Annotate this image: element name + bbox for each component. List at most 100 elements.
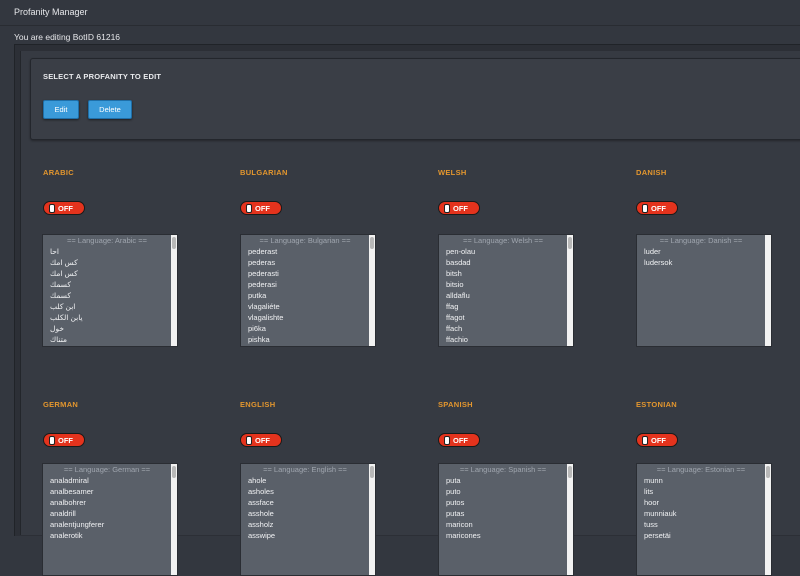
list-scrollbar[interactable]	[369, 464, 375, 575]
list-scrollbar[interactable]	[369, 235, 375, 346]
list-header[interactable]: == Language: German ==	[43, 464, 171, 475]
word-list-english[interactable]: == Language: English == ahole asholes assfa…	[240, 463, 376, 576]
list-item[interactable]: basdad	[439, 257, 567, 268]
list-item[interactable]: ffachio	[439, 334, 567, 345]
select-profanity-title: SELECT A PROFANITY TO EDIT	[43, 72, 162, 81]
scrollbar-thumb[interactable]	[172, 237, 176, 249]
list-scrollbar[interactable]	[567, 464, 573, 575]
list-item[interactable]: pederas	[241, 257, 369, 268]
list-item[interactable]: يابن الكلب	[43, 312, 171, 323]
toggle-danish[interactable]: OFF	[636, 201, 678, 215]
list-item[interactable]: persetäi	[637, 530, 765, 541]
list-item[interactable]: احا	[43, 246, 171, 257]
list-item[interactable]: خول	[43, 323, 171, 334]
list-item[interactable]: analerotik	[43, 530, 171, 541]
edit-button[interactable]: Edit	[43, 100, 79, 119]
scrollbar-thumb[interactable]	[172, 466, 176, 478]
word-list-danish[interactable]: == Language: Danish == luder ludersok	[636, 234, 772, 347]
toggle-knob-icon	[444, 435, 450, 445]
list-item[interactable]: كسمك	[43, 290, 171, 301]
list-scrollbar[interactable]	[765, 235, 771, 346]
list-item[interactable]: putas	[439, 508, 567, 519]
toggle-arabic[interactable]: OFF	[43, 201, 85, 215]
list-item[interactable]: putos	[439, 497, 567, 508]
list-item[interactable]: lits	[637, 486, 765, 497]
list-item[interactable]: analadmiral	[43, 475, 171, 486]
list-item[interactable]: كسمك	[43, 279, 171, 290]
list-item[interactable]: ahole	[241, 475, 369, 486]
list-item[interactable]: pi6ka	[241, 323, 369, 334]
list-header[interactable]: == Language: Welsh ==	[439, 235, 567, 246]
word-list-welsh[interactable]: == Language: Welsh == pen-olau basdad bitsh…	[438, 234, 574, 347]
list-item[interactable]: pishka	[241, 334, 369, 345]
word-list-german[interactable]: == Language: German == analadmiral analbes…	[42, 463, 178, 576]
list-header[interactable]: == Language: Spanish ==	[439, 464, 567, 475]
list-item[interactable]: pederasti	[241, 268, 369, 279]
list-item[interactable]: asswipe	[241, 530, 369, 541]
list-scrollbar[interactable]	[171, 235, 177, 346]
list-item[interactable]: tuss	[637, 519, 765, 530]
list-item[interactable]: munn	[637, 475, 765, 486]
list-item[interactable]: كس امك	[43, 268, 171, 279]
toggle-knob-icon	[49, 203, 55, 213]
toggle-bulgarian[interactable]: OFF	[240, 201, 282, 215]
list-header[interactable]: == Language: Arabic ==	[43, 235, 171, 246]
list-item[interactable]: pederast	[241, 246, 369, 257]
word-list-arabic[interactable]: == Language: Arabic == احا كس امك كس امك كسم…	[42, 234, 178, 347]
list-item[interactable]: puta	[439, 475, 567, 486]
list-item[interactable]: munniauk	[637, 508, 765, 519]
list-item[interactable]: متناك	[43, 334, 171, 345]
toggle-spanish[interactable]: OFF	[438, 433, 480, 447]
list-item[interactable]: assface	[241, 497, 369, 508]
list-item[interactable]: ابن كلب	[43, 301, 171, 312]
list-item[interactable]: luder	[637, 246, 765, 257]
toggle-german[interactable]: OFF	[43, 433, 85, 447]
list-item[interactable]: hoor	[637, 497, 765, 508]
scrollbar-thumb[interactable]	[766, 466, 770, 478]
delete-button[interactable]: Delete	[88, 100, 132, 119]
list-item[interactable]: analentjungferer	[43, 519, 171, 530]
list-header[interactable]: == Language: Danish ==	[637, 235, 765, 246]
list-item[interactable]: ffach	[439, 323, 567, 334]
scrollbar-thumb[interactable]	[370, 466, 374, 478]
word-list-bulgarian[interactable]: == Language: Bulgarian == pederast pederas…	[240, 234, 376, 347]
list-item[interactable]: maricon	[439, 519, 567, 530]
list-item[interactable]: assholz	[241, 519, 369, 530]
list-item[interactable]: vlagaliéte	[241, 301, 369, 312]
list-header[interactable]: == Language: English ==	[241, 464, 369, 475]
list-item[interactable]: ffag	[439, 301, 567, 312]
toggle-state-label: OFF	[255, 435, 270, 445]
list-item[interactable]: ludersok	[637, 257, 765, 268]
list-item[interactable]: bitsio	[439, 279, 567, 290]
scrollbar-thumb[interactable]	[568, 237, 572, 249]
list-item[interactable]: كس امك	[43, 257, 171, 268]
list-item[interactable]: pen-olau	[439, 246, 567, 257]
list-header[interactable]: == Language: Estonian ==	[637, 464, 765, 475]
list-item[interactable]: asshole	[241, 508, 369, 519]
word-list-estonian[interactable]: == Language: Estonian == munn lits hoor munn…	[636, 463, 772, 576]
list-scrollbar[interactable]	[765, 464, 771, 575]
scrollbar-thumb[interactable]	[370, 237, 374, 249]
list-item[interactable]: analdrill	[43, 508, 171, 519]
list-scrollbar[interactable]	[567, 235, 573, 346]
list-item[interactable]: alldaflu	[439, 290, 567, 301]
list-item[interactable]: analbohrer	[43, 497, 171, 508]
list-scrollbar[interactable]	[171, 464, 177, 575]
toggle-english[interactable]: OFF	[240, 433, 282, 447]
list-item[interactable]: pederasi	[241, 279, 369, 290]
list-item[interactable]: asholes	[241, 486, 369, 497]
list-header[interactable]: == Language: Bulgarian ==	[241, 235, 369, 246]
list-item[interactable]: maricones	[439, 530, 567, 541]
list-item[interactable]: bitsh	[439, 268, 567, 279]
list-item[interactable]: analbesamer	[43, 486, 171, 497]
toggle-estonian[interactable]: OFF	[636, 433, 678, 447]
list-item[interactable]: ffagot	[439, 312, 567, 323]
toggle-knob-icon	[49, 435, 55, 445]
list-item[interactable]: vlagalishte	[241, 312, 369, 323]
scrollbar-thumb[interactable]	[568, 466, 572, 478]
list-item[interactable]: puto	[439, 486, 567, 497]
language-title-english: ENGLISH	[240, 400, 276, 409]
list-item[interactable]: putka	[241, 290, 369, 301]
toggle-welsh[interactable]: OFF	[438, 201, 480, 215]
word-list-spanish[interactable]: == Language: Spanish == puta puto putos puta…	[438, 463, 574, 576]
